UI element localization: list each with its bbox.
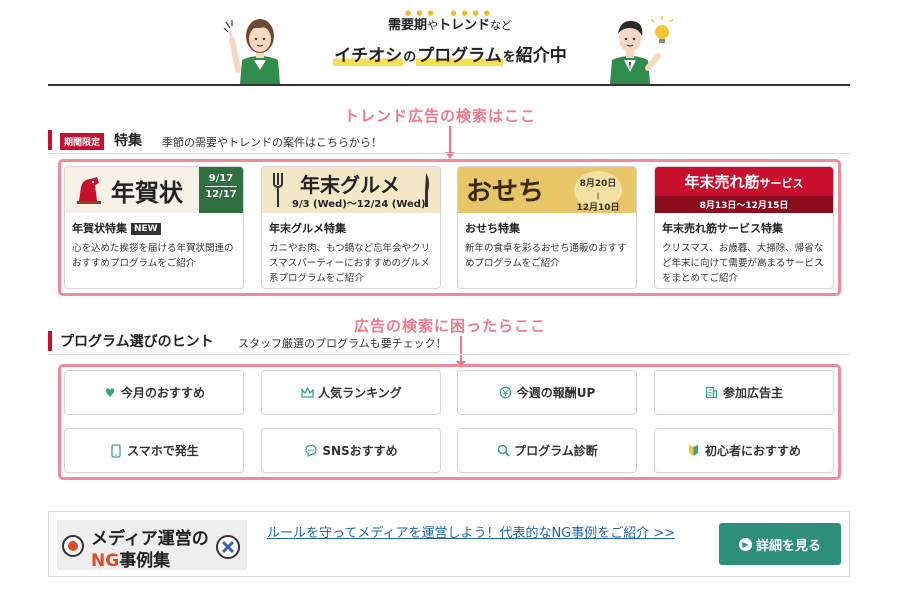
hint-program-diagnosis-button[interactable]: プログラム診断 <box>457 428 637 473</box>
ng-case-promo-banner: メディア運営の NG事例集 ルールを守ってメディアを運営しよう！代表的なNG事例… <box>48 511 850 577</box>
feature-section-desc: 季節の需要やトレンドの案件はこちらから！ <box>162 136 382 149</box>
target-icon <box>62 535 84 557</box>
view-details-button[interactable]: ▶ 詳細を見る <box>719 523 841 565</box>
hint-advertisers-button[interactable]: 参加広告主 <box>654 370 834 415</box>
banner-headline: ●●● ●●●● 需要期やトレンドなど イチオシのプログラムを紹介中 <box>310 9 590 66</box>
arrow-right-circle-icon: ▶ <box>738 537 752 551</box>
hint-section-heading: プログラム選びのヒント スタッフ厳選のプログラムも要チェック！ <box>48 329 850 355</box>
section-accent-bar <box>48 130 52 150</box>
card-description: 新年の食卓を彩るおせち通販のおすすめプログラムをご紹介 <box>465 243 627 269</box>
coin-icon <box>499 386 513 400</box>
card-description: 心を込めた挨拶を届ける年賀状関連のおすすめプログラムをご紹介 <box>72 243 234 269</box>
card-gourmet-thumb-date: 9/3 (Wed)～12/24 (Wed) <box>292 199 426 210</box>
card-description: クリスマス、お歳暮、大掃除、帰省など年末に向けて需要が高まるサービスをまとめてご… <box>662 243 824 284</box>
ng-logo-line2: NG事例集 <box>91 551 171 571</box>
card-year-end-services[interactable]: 年末売れ筋サービス 8月13日～12月15日 年末売れ筋サービス特集 クリスマス… <box>654 166 834 289</box>
section-accent-bar <box>48 331 52 351</box>
ng-case-link[interactable]: ルールを守ってメディアを運営しよう！代表的なNG事例をご紹介 >> <box>267 524 697 544</box>
hint-section-desc: スタッフ厳選のプログラムも要チェック！ <box>238 337 447 350</box>
card-osechi-thumb-label: おせち <box>466 177 545 207</box>
annotation-trend-search: トレンド広告の検索はここ <box>344 107 537 125</box>
card-services-thumb-date: 8月13日～12月15日 <box>655 196 833 213</box>
card-description: カニやお肉、もつ鍋など忘年会やクリスマスパーティーにおすすめのグルメ系プログラム… <box>269 243 431 284</box>
card-gourmet-thumb-label: 年末グルメ <box>300 173 400 197</box>
chat-icon <box>304 444 318 458</box>
building-icon <box>705 386 719 400</box>
feature-section-title: 特集 <box>114 133 142 149</box>
card-year-end-gourmet[interactable]: 年末グルメ 9/3 (Wed)～12/24 (Wed) 年末グルメ特集 カニやお… <box>261 166 441 289</box>
banner-title: イチオシのプログラムを紹介中 <box>333 46 567 66</box>
dot-decoration: ●●● ●●●● <box>405 9 495 17</box>
card-nengajo[interactable]: 年賀状 9/17 12/17 年賀状特集 NEW 心を込めた挨拶を届ける年賀状関連… <box>64 166 244 289</box>
card-nengajo-thumbnail: 年賀状 9/17 12/17 <box>65 167 243 213</box>
ng-case-logo: メディア運営の NG事例集 <box>57 520 247 571</box>
hint-monthly-recommend-button[interactable]: ♥ 今月のおすすめ <box>64 370 244 415</box>
card-title: 年末グルメ特集 <box>269 222 346 235</box>
hint-ranking-button[interactable]: 人気ランキング <box>261 370 441 415</box>
heart-icon: ♥ <box>104 385 116 400</box>
hint-sns-recommend-button[interactable]: SNSおすすめ <box>261 428 441 473</box>
hint-beginner-recommend-button[interactable]: 初心者におすすめ <box>654 428 834 473</box>
fork-icon <box>273 173 283 207</box>
banner-subtitle: ●●● ●●●● 需要期やトレンドなど <box>310 9 590 33</box>
smartphone-icon <box>109 443 123 458</box>
horse-toy-icon <box>77 177 101 204</box>
card-title: 年末売れ筋サービス特集 <box>662 222 783 235</box>
man-idea-illustration-icon <box>610 16 674 84</box>
card-title: 年賀状特集 NEW <box>65 213 243 236</box>
card-services-thumb-label: 年末売れ筋サービス <box>684 173 804 191</box>
card-title: おせち特集 <box>465 222 520 235</box>
search-icon <box>496 444 510 458</box>
limited-time-tag: 期間限定 <box>60 133 105 150</box>
header-banner: ●●● ●●●● 需要期やトレンドなど イチオシのプログラムを紹介中 <box>48 0 850 86</box>
hint-smartphone-button[interactable]: スマホで発生 <box>64 428 244 473</box>
card-osechi[interactable]: おせち 8月20日 | 12月10日 おせち特集 新年の食卓を彩るおせち通販のお… <box>457 166 637 289</box>
card-nengajo-thumb-date: 9/17 12/17 <box>199 167 243 213</box>
crown-icon <box>300 386 314 400</box>
card-gourmet-thumbnail: 年末グルメ 9/3 (Wed)～12/24 (Wed) <box>262 167 440 213</box>
beginner-icon <box>687 444 701 458</box>
card-nengajo-thumb-label: 年賀状 <box>111 178 183 207</box>
hint-section-title: プログラム選びのヒント <box>60 334 214 350</box>
feature-section-heading: 期間限定 特集 季節の需要やトレンドの案件はこちらから！ <box>48 128 850 154</box>
card-osechi-thumb-date: 8月20日 | 12月10日 <box>574 171 622 213</box>
woman-pointing-illustration-icon <box>223 19 280 84</box>
ban-cross-icon <box>216 535 240 559</box>
card-osechi-thumbnail: おせち 8月20日 | 12月10日 <box>458 167 636 213</box>
new-badge: NEW <box>131 223 161 235</box>
card-services-thumbnail: 年末売れ筋サービス 8月13日～12月15日 <box>655 167 833 213</box>
hint-weekly-reward-up-button[interactable]: 今週の報酬UP <box>457 370 637 415</box>
